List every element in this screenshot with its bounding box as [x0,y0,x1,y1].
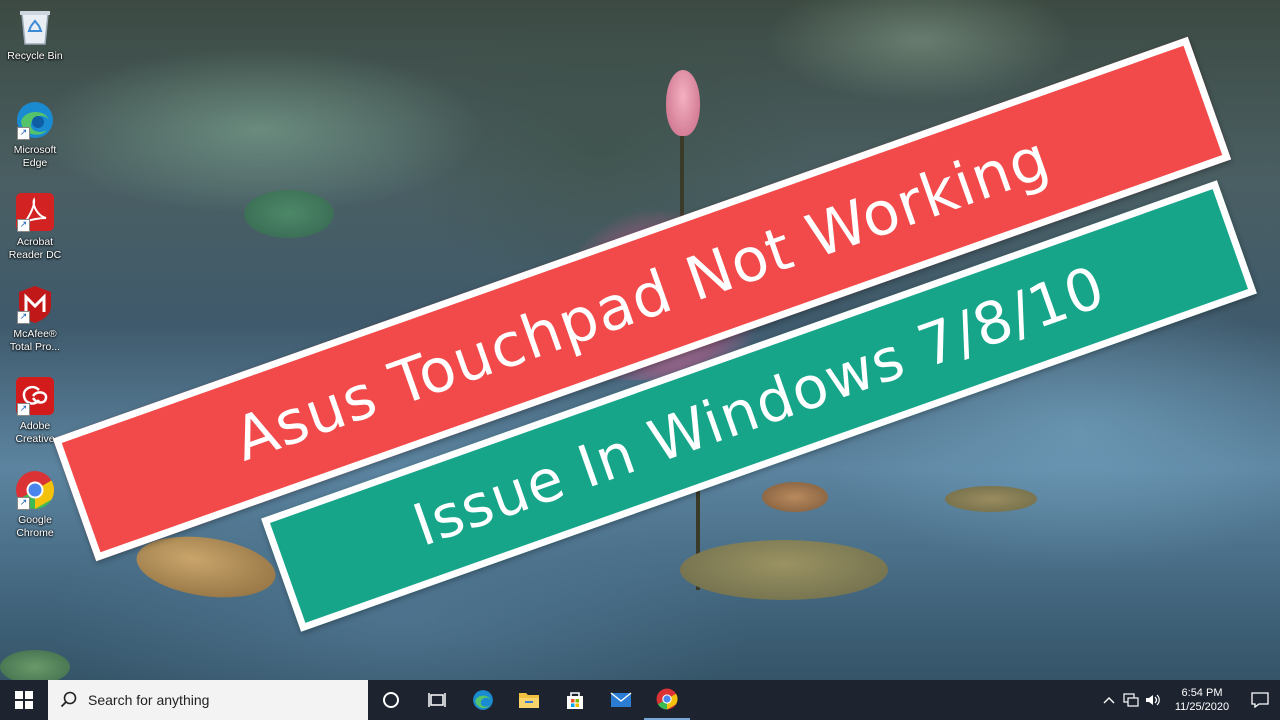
clock-date: 11/25/2020 [1174,701,1230,713]
network-button[interactable] [1120,680,1142,720]
wallpaper-lily-pad [244,190,334,238]
wallpaper-lily-pad [0,650,70,684]
desktop-icon-label: McAfee® Total Pro... [9,328,61,353]
windows-logo-icon [15,691,33,709]
shortcut-arrow-icon: ↗ [17,311,30,324]
desktop[interactable]: Recycle Bin ↗ Microsoft Edge ↗ Acrobat R… [0,0,1280,720]
taskbar-store-button[interactable] [552,680,598,720]
chrome-icon: ↗ [15,470,55,510]
wallpaper-lily-pad [680,540,888,600]
network-icon [1123,693,1139,707]
search-icon [60,691,77,708]
desktop-icon-label: Acrobat Reader DC [8,236,62,261]
shortcut-arrow-icon: ↗ [17,403,30,416]
taskbar-clock[interactable]: 6:54 PM 11/25/2020 [1164,686,1240,714]
wallpaper-lotus-bud [666,70,700,136]
taskbar-mail-button[interactable] [598,680,644,720]
show-hidden-icons-button[interactable] [1098,680,1120,720]
cortana-icon [383,692,399,708]
task-view-button[interactable] [414,680,460,720]
wallpaper-lily-pad [762,482,828,512]
cortana-button[interactable] [368,680,414,720]
file-explorer-icon [519,693,539,708]
taskbar: Search for anything 6:54 PM 11/25/2020 [0,680,1280,720]
wallpaper-lily-pad [945,486,1037,512]
shortcut-arrow-icon: ↗ [17,497,30,510]
action-center-button[interactable] [1240,680,1280,720]
taskbar-file-explorer-button[interactable] [506,680,552,720]
desktop-icon-edge[interactable]: ↗ Microsoft Edge [0,100,70,170]
desktop-icon-label: Recycle Bin [7,50,63,62]
desktop-icon-chrome[interactable]: ↗ Google Chrome [0,470,70,540]
shortcut-arrow-icon: ↗ [17,127,30,140]
system-tray: 6:54 PM 11/25/2020 [1098,680,1280,720]
desktop-icon-recycle-bin[interactable]: Recycle Bin [0,6,70,63]
clock-time: 6:54 PM [1181,687,1223,699]
acrobat-icon: ↗ [15,192,55,232]
edge-icon [473,690,493,710]
volume-button[interactable] [1142,680,1164,720]
desktop-icon-label: Microsoft Edge [13,144,57,169]
shortcut-arrow-icon: ↗ [17,219,30,232]
chrome-icon [656,688,678,710]
desktop-icon-mcafee[interactable]: ↗ McAfee® Total Pro... [0,284,70,354]
desktop-icon-acrobat[interactable]: ↗ Acrobat Reader DC [0,192,70,262]
start-button[interactable] [0,680,48,720]
store-icon [567,692,583,709]
task-view-icon [428,693,446,707]
taskbar-search-box[interactable]: Search for anything [48,680,368,720]
chevron-up-icon [1103,697,1115,704]
desktop-icon-label: Google Chrome [16,514,54,539]
search-placeholder: Search for anything [88,692,210,708]
notification-icon [1251,692,1269,708]
edge-icon: ↗ [15,100,55,140]
mcafee-icon: ↗ [15,284,55,324]
taskbar-edge-button[interactable] [460,680,506,720]
recycle-bin-icon [15,6,55,46]
taskbar-chrome-button[interactable] [644,680,690,720]
mail-icon [610,692,632,707]
adobe-cc-icon: ↗ [15,376,55,416]
volume-icon [1146,694,1160,706]
